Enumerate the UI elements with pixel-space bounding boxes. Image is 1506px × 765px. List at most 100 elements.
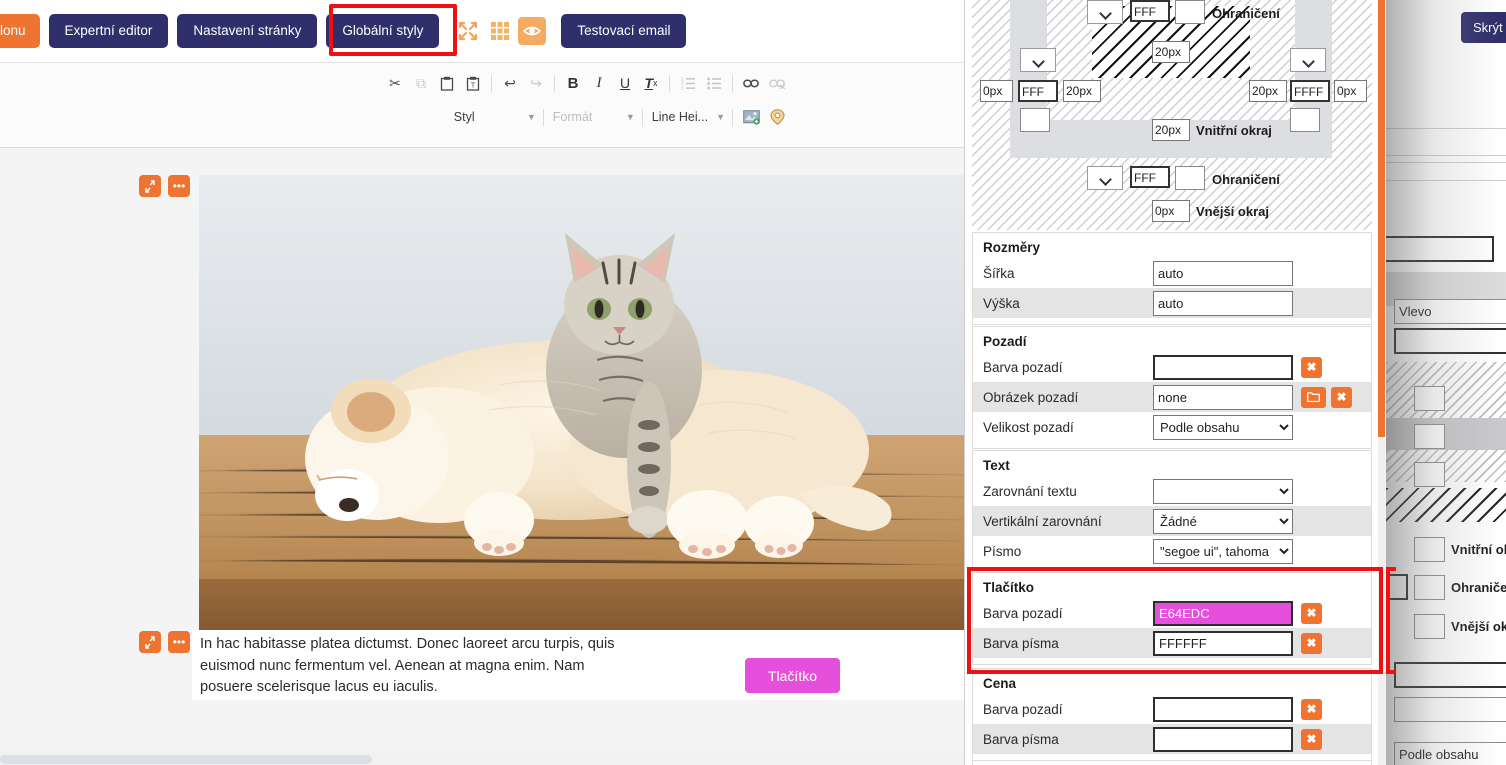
- toolbar-button-test-email[interactable]: Testovací email: [561, 14, 687, 48]
- clear-button-bg-color-button[interactable]: ✖: [1301, 602, 1322, 624]
- preview-eye-icon[interactable]: [518, 17, 547, 45]
- hide-panel-button[interactable]: Skrýt: [1461, 12, 1506, 43]
- partial-input-2[interactable]: [1394, 328, 1506, 354]
- underline-icon[interactable]: U: [612, 71, 638, 95]
- border-bottom-style-select[interactable]: [1087, 166, 1123, 190]
- border-top-width-input[interactable]: FFF: [1130, 0, 1170, 22]
- border-label: Ohraniče: [1451, 580, 1506, 595]
- bold-icon[interactable]: B: [560, 71, 586, 95]
- border-left-style-select[interactable]: [1020, 48, 1056, 72]
- background-color-label: Barva pozadí: [983, 359, 1063, 375]
- button-bg-color-label: Barva pozadí: [983, 605, 1063, 621]
- canvas-horizontal-scrollbar-thumb[interactable]: [0, 755, 372, 764]
- link-icon[interactable]: [738, 71, 764, 95]
- partial-input-1[interactable]: [1386, 236, 1494, 262]
- partial-select-1[interactable]: [1394, 697, 1506, 722]
- undo-icon[interactable]: ↩: [497, 71, 523, 95]
- unlink-icon[interactable]: [764, 71, 790, 95]
- italic-icon[interactable]: I: [586, 71, 612, 95]
- anchor-image-icon[interactable]: [764, 105, 790, 129]
- clear-background-color-button[interactable]: ✖: [1301, 356, 1322, 378]
- numbered-list-icon[interactable]: 123: [675, 71, 701, 95]
- clear-background-image-button[interactable]: ✖: [1331, 386, 1352, 408]
- line-height-dropdown[interactable]: Line Hei... ▼: [648, 106, 727, 128]
- border-right-style-select[interactable]: [1290, 48, 1326, 72]
- border-top-color-swatch[interactable]: [1175, 0, 1205, 24]
- paste-as-text-icon[interactable]: T: [460, 71, 486, 95]
- font-select[interactable]: "segoe ui", tahoma: [1153, 538, 1293, 564]
- background-image-input[interactable]: [1153, 384, 1293, 410]
- partial-input-3[interactable]: [1394, 662, 1506, 688]
- color-swatch-1[interactable]: [1414, 386, 1445, 411]
- border-right-width-input[interactable]: FFFF: [1290, 80, 1330, 102]
- editor-toolbar-row-1: ✂ ⧉ T ↩ ↪ B I U Tx 123: [382, 71, 790, 95]
- height-input[interactable]: [1153, 290, 1293, 316]
- image-content-block[interactable]: [199, 175, 965, 630]
- toolbar-separator: [542, 108, 544, 126]
- price-bg-color-input[interactable]: [1153, 696, 1293, 722]
- toolbar-button-template[interactable]: lonu: [0, 14, 40, 48]
- clear-price-text-color-button[interactable]: ✖: [1301, 728, 1322, 750]
- toolbar-separator: [732, 108, 733, 126]
- border-right-color-swatch[interactable]: [1290, 108, 1320, 132]
- style-panel-scrollbar-thumb[interactable]: [1378, 0, 1385, 437]
- color-swatch-2[interactable]: [1414, 424, 1445, 449]
- copy-icon[interactable]: ⧉: [408, 71, 434, 95]
- more-options-handle[interactable]: •••: [168, 175, 190, 197]
- expand-arrows-icon[interactable]: [454, 17, 483, 45]
- padding-top-input[interactable]: 20px: [1152, 41, 1190, 63]
- image-icon[interactable]: [738, 105, 764, 129]
- margin-color-swatch[interactable]: [1414, 614, 1445, 639]
- background-size-select[interactable]: Podle obsahu: [1394, 742, 1506, 765]
- button-text-color-input[interactable]: [1153, 630, 1293, 656]
- toolbar-button-global-styles[interactable]: Globální styly: [326, 14, 440, 48]
- button-bg-color-input[interactable]: [1153, 600, 1293, 626]
- row-vertical-align: Vertikální zarovnání Žádné: [973, 506, 1371, 536]
- redo-icon[interactable]: ↪: [523, 71, 549, 95]
- cut-icon[interactable]: ✂: [382, 71, 408, 95]
- bulleted-list-icon[interactable]: [701, 71, 727, 95]
- chevron-down-icon: ▼: [625, 112, 635, 122]
- padding-right-input[interactable]: 20px: [1249, 80, 1287, 102]
- border-left-color-swatch[interactable]: [1020, 108, 1050, 132]
- row-price-bg-color: Barva pozadí ✖: [973, 694, 1371, 724]
- style-dropdown[interactable]: Styl ▼: [450, 106, 538, 128]
- move-handle[interactable]: [139, 175, 161, 197]
- margin-left-input[interactable]: 0px: [980, 80, 1013, 102]
- text-content-block[interactable]: In hac habitasse platea dictumst. Donec …: [192, 630, 965, 700]
- move-handle[interactable]: [139, 631, 161, 653]
- paste-icon[interactable]: [434, 71, 460, 95]
- clear-price-bg-color-button[interactable]: ✖: [1301, 698, 1322, 720]
- toolbar-button-expert-editor[interactable]: Expertní editor: [48, 14, 169, 48]
- padding-left-input[interactable]: 20px: [1063, 80, 1101, 102]
- cta-button[interactable]: Tlačítko: [745, 658, 840, 693]
- margin-right-input[interactable]: 0px: [1334, 80, 1367, 102]
- vertical-align-select[interactable]: Žádné: [1153, 508, 1293, 534]
- border-width-input[interactable]: [1386, 574, 1408, 600]
- color-swatch-3[interactable]: [1414, 462, 1445, 487]
- toolbar-button-page-settings[interactable]: Nastavení stránky: [177, 14, 318, 48]
- divider: [1386, 128, 1506, 129]
- margin-bottom-input[interactable]: 0px: [1152, 200, 1190, 222]
- text-align-select[interactable]: [1153, 478, 1293, 504]
- background-size-select[interactable]: Podle obsahu: [1153, 414, 1293, 440]
- browse-background-image-button[interactable]: [1301, 386, 1326, 408]
- row-shading: [1386, 418, 1506, 450]
- background-color-input[interactable]: [1153, 354, 1293, 380]
- border-color-swatch[interactable]: [1414, 575, 1445, 600]
- price-text-color-label: Barva písma: [983, 731, 1059, 747]
- padding-color-swatch[interactable]: [1414, 537, 1445, 562]
- border-top-style-select[interactable]: [1087, 0, 1123, 24]
- border-bottom-color-swatch[interactable]: [1175, 166, 1205, 190]
- border-bottom-width-input[interactable]: FFF: [1130, 166, 1170, 188]
- format-dropdown[interactable]: Formát ▼: [549, 106, 637, 128]
- price-text-color-input[interactable]: [1153, 726, 1293, 752]
- border-left-width-input[interactable]: FFF: [1018, 80, 1058, 102]
- more-options-handle[interactable]: •••: [168, 631, 190, 653]
- align-select[interactable]: Vlevo: [1394, 299, 1506, 324]
- clear-button-text-color-button[interactable]: ✖: [1301, 632, 1322, 654]
- remove-format-icon[interactable]: Tx: [638, 71, 664, 95]
- padding-bottom-input[interactable]: 20px: [1152, 119, 1190, 141]
- width-input[interactable]: [1153, 260, 1293, 286]
- grid-icon[interactable]: [486, 17, 515, 45]
